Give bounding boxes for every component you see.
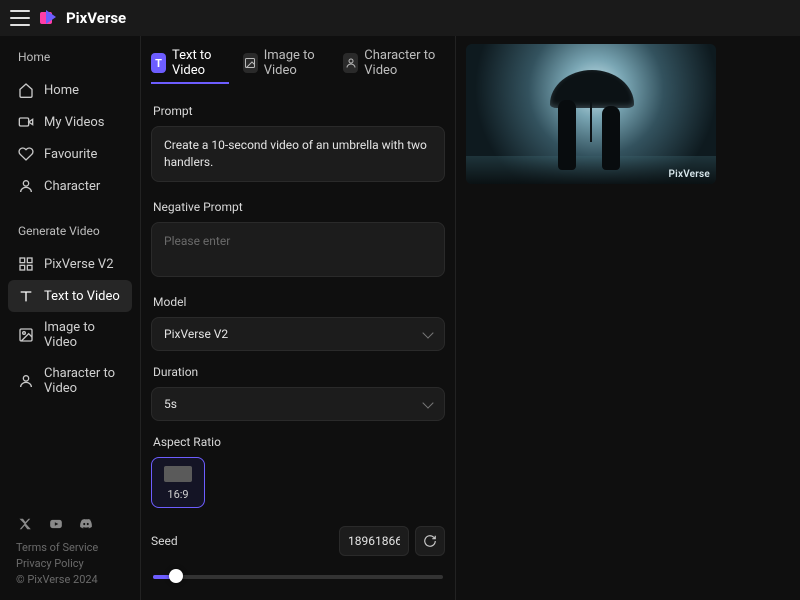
sidebar: Home Home My Videos Favourite Character … bbox=[0, 36, 140, 600]
sidebar-item-label: Image to Video bbox=[44, 320, 122, 350]
slider-thumb[interactable] bbox=[169, 569, 183, 583]
watermark: PixVerse bbox=[669, 169, 710, 180]
chevron-down-icon bbox=[422, 397, 433, 408]
model-value: PixVerse V2 bbox=[164, 327, 228, 341]
youtube-icon[interactable] bbox=[48, 517, 64, 531]
chevron-down-icon bbox=[422, 327, 433, 338]
person-icon bbox=[18, 178, 34, 194]
sidebar-footer: Terms of Service Privacy Policy © PixVer… bbox=[8, 511, 132, 592]
label-aspect-ratio: Aspect Ratio bbox=[153, 435, 445, 449]
brand-name: PixVerse bbox=[66, 9, 126, 27]
seed-reset-button[interactable] bbox=[415, 526, 445, 556]
sidebar-item-favourite[interactable]: Favourite bbox=[8, 138, 132, 170]
label-negative-prompt: Negative Prompt bbox=[153, 200, 445, 214]
sidebar-item-label: PixVerse V2 bbox=[44, 257, 114, 272]
preview-panel: PixVerse bbox=[456, 36, 800, 600]
refresh-icon bbox=[423, 534, 437, 548]
link-privacy[interactable]: Privacy Policy bbox=[16, 557, 124, 570]
sidebar-heading-generate: Generate Video bbox=[8, 218, 132, 244]
aspect-shape-icon bbox=[164, 466, 192, 482]
image-icon bbox=[18, 327, 34, 343]
label-seed: Seed bbox=[151, 534, 178, 548]
model-select[interactable]: PixVerse V2 bbox=[151, 317, 445, 351]
aspect-ratio-16-9[interactable]: 16:9 bbox=[151, 457, 205, 508]
sidebar-item-my-videos[interactable]: My Videos bbox=[8, 106, 132, 138]
text-icon bbox=[18, 288, 34, 304]
duration-select[interactable]: 5s bbox=[151, 387, 445, 421]
seed-input[interactable] bbox=[339, 526, 409, 556]
sidebar-item-label: Character bbox=[44, 179, 100, 194]
tab-label: Text to Video bbox=[172, 48, 229, 78]
negative-prompt-input[interactable] bbox=[151, 222, 445, 278]
home-icon bbox=[18, 82, 34, 98]
logo[interactable]: PixVerse bbox=[40, 9, 126, 27]
tab-label: Image to Video bbox=[264, 48, 329, 78]
form-panel: T Text to Video Image to Video Character… bbox=[140, 36, 456, 600]
sidebar-item-pixverse-v2[interactable]: PixVerse V2 bbox=[8, 248, 132, 280]
sidebar-item-label: Character to Video bbox=[44, 366, 122, 396]
mode-tabs: T Text to Video Image to Video Character… bbox=[151, 44, 445, 90]
sidebar-item-label: Text to Video bbox=[44, 289, 120, 304]
image-icon bbox=[243, 53, 258, 73]
menu-icon[interactable] bbox=[10, 10, 30, 26]
x-icon[interactable] bbox=[18, 517, 34, 531]
video-icon bbox=[18, 114, 34, 130]
person-icon bbox=[343, 53, 358, 73]
discord-icon[interactable] bbox=[78, 517, 94, 531]
label-model: Model bbox=[153, 295, 445, 309]
grid-icon bbox=[18, 256, 34, 272]
sidebar-item-image-to-video[interactable]: Image to Video bbox=[8, 312, 132, 358]
duration-value: 5s bbox=[164, 397, 177, 411]
sidebar-item-label: Favourite bbox=[44, 147, 97, 162]
copyright: © PixVerse 2024 bbox=[16, 573, 124, 586]
sidebar-item-character[interactable]: Character bbox=[8, 170, 132, 202]
logo-mark-icon bbox=[40, 10, 60, 26]
label-prompt: Prompt bbox=[153, 104, 445, 118]
sidebar-item-label: My Videos bbox=[44, 115, 105, 130]
label-duration: Duration bbox=[153, 365, 445, 379]
text-icon: T bbox=[151, 53, 166, 73]
sidebar-item-text-to-video[interactable]: Text to Video bbox=[8, 280, 132, 312]
prompt-input[interactable] bbox=[151, 126, 445, 182]
tab-label: Character to Video bbox=[364, 48, 445, 78]
sidebar-heading-home: Home bbox=[8, 44, 132, 70]
heart-icon bbox=[18, 146, 34, 162]
tab-text-to-video[interactable]: T Text to Video bbox=[151, 44, 229, 84]
tab-image-to-video[interactable]: Image to Video bbox=[243, 44, 329, 84]
seed-slider[interactable] bbox=[153, 570, 443, 584]
topbar: PixVerse bbox=[0, 0, 800, 36]
sidebar-item-character-to-video[interactable]: Character to Video bbox=[8, 358, 132, 404]
aspect-label: 16:9 bbox=[167, 488, 188, 501]
person-icon bbox=[18, 373, 34, 389]
sidebar-item-label: Home bbox=[44, 83, 79, 98]
tab-character-to-video[interactable]: Character to Video bbox=[343, 44, 445, 84]
sidebar-item-home[interactable]: Home bbox=[8, 74, 132, 106]
link-terms[interactable]: Terms of Service bbox=[16, 541, 124, 554]
preview-thumbnail[interactable]: PixVerse bbox=[466, 44, 716, 184]
